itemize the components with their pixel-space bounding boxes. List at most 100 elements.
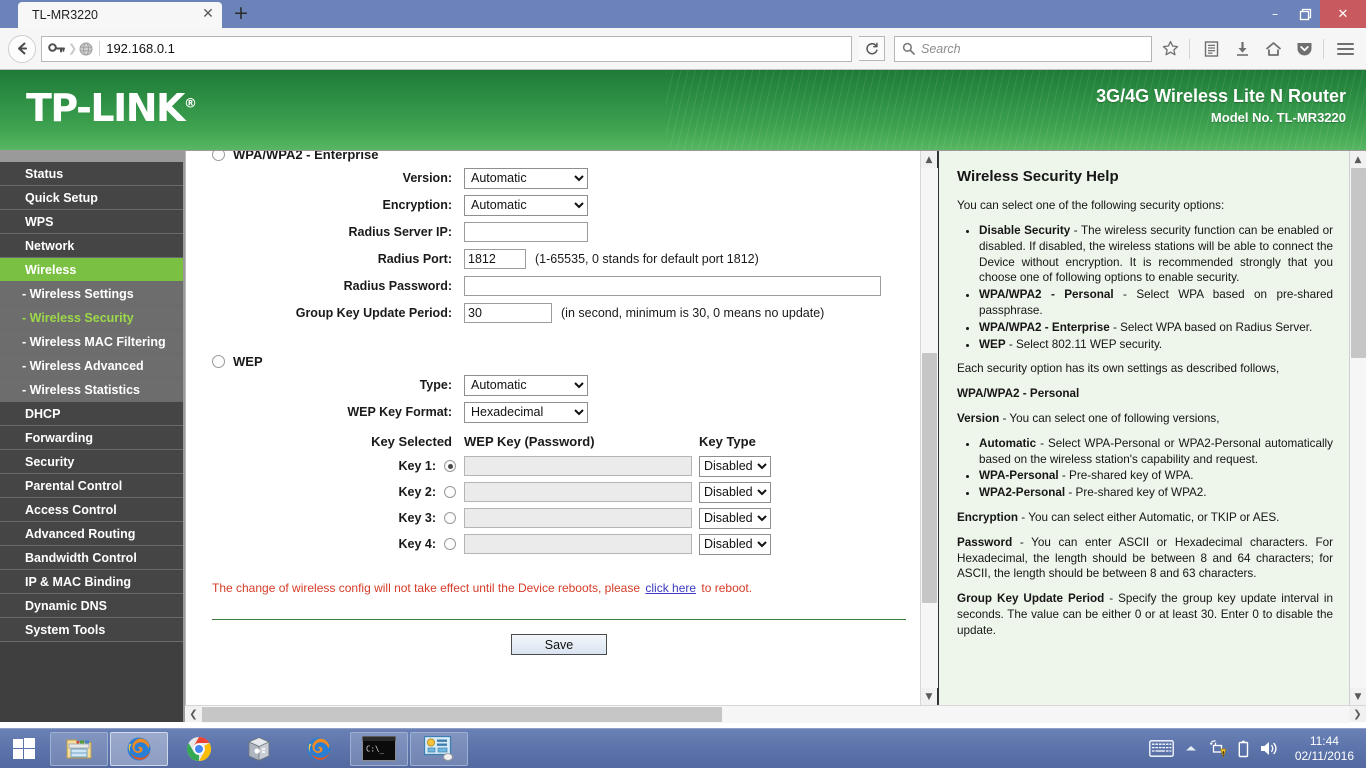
form-horizontal-scrollbar[interactable]: ❮ ❯ <box>185 705 1366 722</box>
help-version-automatic: Automatic - Select WPA-Personal or WPA2-… <box>979 436 1333 468</box>
sidebar-item-dhcp[interactable]: DHCP <box>0 402 183 426</box>
sidebar-item-security[interactable]: Security <box>0 450 183 474</box>
section-wep[interactable]: WEP <box>212 350 906 372</box>
taskbar-file-explorer[interactable] <box>50 732 108 766</box>
scroll-thumb[interactable] <box>922 353 937 603</box>
sidebar-item-parental-control[interactable]: Parental Control <box>0 474 183 498</box>
sidebar-item-quick-setup[interactable]: Quick Setup <box>0 186 183 210</box>
sidebar-item-wireless-security[interactable]: - Wireless Security <box>0 306 183 330</box>
close-icon[interactable]: ✕ <box>200 7 216 23</box>
page-scroll-track[interactable] <box>1350 168 1366 688</box>
chrome-icon <box>186 736 212 762</box>
hamburger-menu-icon[interactable] <box>1332 35 1358 63</box>
select-key-type-2[interactable]: Disabled <box>699 482 771 503</box>
url-bar[interactable]: ❯ 192.168.0.1 <box>41 36 852 62</box>
form-inner: WPA/WPA2 - Enterprise Version: Automatic… <box>186 151 920 655</box>
download-icon[interactable] <box>1229 35 1255 63</box>
restore-icon[interactable] <box>1290 0 1320 28</box>
site-identity[interactable]: ❯ <box>42 42 97 56</box>
section-wpa-enterprise[interactable]: WPA/WPA2 - Enterprise <box>212 151 906 165</box>
close-window-icon[interactable]: ✕ <box>1320 0 1366 28</box>
sidebar-item-forwarding[interactable]: Forwarding <box>0 426 183 450</box>
back-arrow-icon[interactable] <box>8 35 36 63</box>
taskbar-virtualbox[interactable] <box>230 732 288 766</box>
network-warning-icon[interactable] <box>1208 740 1227 758</box>
bookmark-star-icon[interactable] <box>1157 35 1183 63</box>
radio-key-1[interactable] <box>444 460 456 472</box>
keyboard-icon[interactable] <box>1149 740 1174 757</box>
select-version[interactable]: Automatic <box>464 168 588 189</box>
input-group-key-update-period[interactable] <box>464 303 552 323</box>
radio-key-4[interactable] <box>444 538 456 550</box>
chevron-up-icon[interactable] <box>1185 744 1197 753</box>
sidebar-item-system-tools[interactable]: System Tools <box>0 618 183 642</box>
scroll-track[interactable] <box>921 168 938 688</box>
sidebar-item-network[interactable]: Network <box>0 234 183 258</box>
input-wep-key-3[interactable] <box>464 508 692 528</box>
search-input[interactable]: Search <box>894 36 1152 62</box>
input-radius-server-ip[interactable] <box>464 222 588 242</box>
browser-navbar: ❯ 192.168.0.1 Search <box>0 28 1366 70</box>
sidebar-item-dynamic-dns[interactable]: Dynamic DNS <box>0 594 183 618</box>
sidebar-item-wireless-settings[interactable]: - Wireless Settings <box>0 282 183 306</box>
plus-icon[interactable]: + <box>230 3 252 25</box>
taskbar-chrome[interactable] <box>170 732 228 766</box>
speaker-icon[interactable] <box>1260 740 1278 757</box>
save-button[interactable]: Save <box>511 634 607 655</box>
sidebar-item-access-control[interactable]: Access Control <box>0 498 183 522</box>
sidebar-item-advanced-routing[interactable]: Advanced Routing <box>0 522 183 546</box>
scroll-down-icon[interactable]: ▼ <box>921 688 938 705</box>
taskbar-control-panel[interactable] <box>410 732 468 766</box>
library-icon[interactable] <box>1198 35 1224 63</box>
page-scroll-down-icon[interactable]: ▼ <box>1350 688 1366 705</box>
input-wep-key-4[interactable] <box>464 534 692 554</box>
home-icon[interactable] <box>1260 35 1286 63</box>
sidebar-item-wps[interactable]: WPS <box>0 210 183 234</box>
reboot-link[interactable]: click here <box>643 581 698 595</box>
form-vertical-scrollbar[interactable]: ▲ ▼ <box>920 151 937 705</box>
table-row: Key 3: Disabled <box>212 505 906 531</box>
select-wep-type[interactable]: Automatic <box>464 375 588 396</box>
sidebar-item-wireless[interactable]: Wireless <box>0 258 183 282</box>
select-key-type-1[interactable]: Disabled <box>699 456 771 477</box>
help-term-automatic: Automatic <box>979 437 1036 450</box>
radio-wep[interactable] <box>212 355 225 368</box>
pocket-icon[interactable] <box>1291 35 1317 63</box>
sidebar-item-wireless-mac-filtering[interactable]: - Wireless MAC Filtering <box>0 330 183 354</box>
select-encryption[interactable]: Automatic <box>464 195 588 216</box>
taskbar-firefox-1[interactable] <box>110 732 168 766</box>
scroll-left-icon[interactable]: ❮ <box>185 706 202 723</box>
url-text[interactable]: 192.168.0.1 <box>99 41 851 56</box>
sidebar-item-wireless-advanced[interactable]: - Wireless Advanced <box>0 354 183 378</box>
sidebar-item-bandwidth-control[interactable]: Bandwidth Control <box>0 546 183 570</box>
help-versions-list: Automatic - Select WPA-Personal or WPA2-… <box>957 436 1333 501</box>
page-vertical-scrollbar[interactable]: ▲ ▼ <box>1349 151 1366 705</box>
clock[interactable]: 11:44 02/11/2016 <box>1295 734 1354 764</box>
radio-wpa-enterprise[interactable] <box>212 151 225 161</box>
select-key-type-3[interactable]: Disabled <box>699 508 771 529</box>
windows-start-icon[interactable] <box>0 729 48 769</box>
select-wep-key-format[interactable]: Hexadecimal <box>464 402 588 423</box>
browser-tab[interactable]: TL-MR3220 ✕ <box>18 2 222 28</box>
sidebar-item-ip-mac-binding[interactable]: IP & MAC Binding <box>0 570 183 594</box>
scroll-right-icon[interactable]: ❯ <box>1349 706 1366 723</box>
input-wep-key-2[interactable] <box>464 482 692 502</box>
taskbar-command-prompt[interactable]: C:\_ <box>350 732 408 766</box>
sidebar-item-wireless-statistics[interactable]: - Wireless Statistics <box>0 378 183 402</box>
radio-key-3[interactable] <box>444 512 456 524</box>
input-radius-port[interactable] <box>464 249 526 269</box>
page-scroll-up-icon[interactable]: ▲ <box>1350 151 1366 168</box>
battery-icon[interactable] <box>1238 740 1249 758</box>
input-radius-password[interactable] <box>464 276 881 296</box>
select-key-type-4[interactable]: Disabled <box>699 534 771 555</box>
reload-icon[interactable] <box>859 36 885 61</box>
sidebar-item-status[interactable]: Status <box>0 162 183 186</box>
page-scroll-thumb[interactable] <box>1351 168 1366 358</box>
minimize-icon[interactable]: – <box>1260 0 1290 28</box>
taskbar-firefox-2[interactable] <box>290 732 348 766</box>
radio-key-2[interactable] <box>444 486 456 498</box>
hscroll-thumb[interactable] <box>202 707 722 722</box>
input-wep-key-1[interactable] <box>464 456 692 476</box>
scroll-up-icon[interactable]: ▲ <box>921 151 938 168</box>
hscroll-track[interactable] <box>202 706 1349 723</box>
